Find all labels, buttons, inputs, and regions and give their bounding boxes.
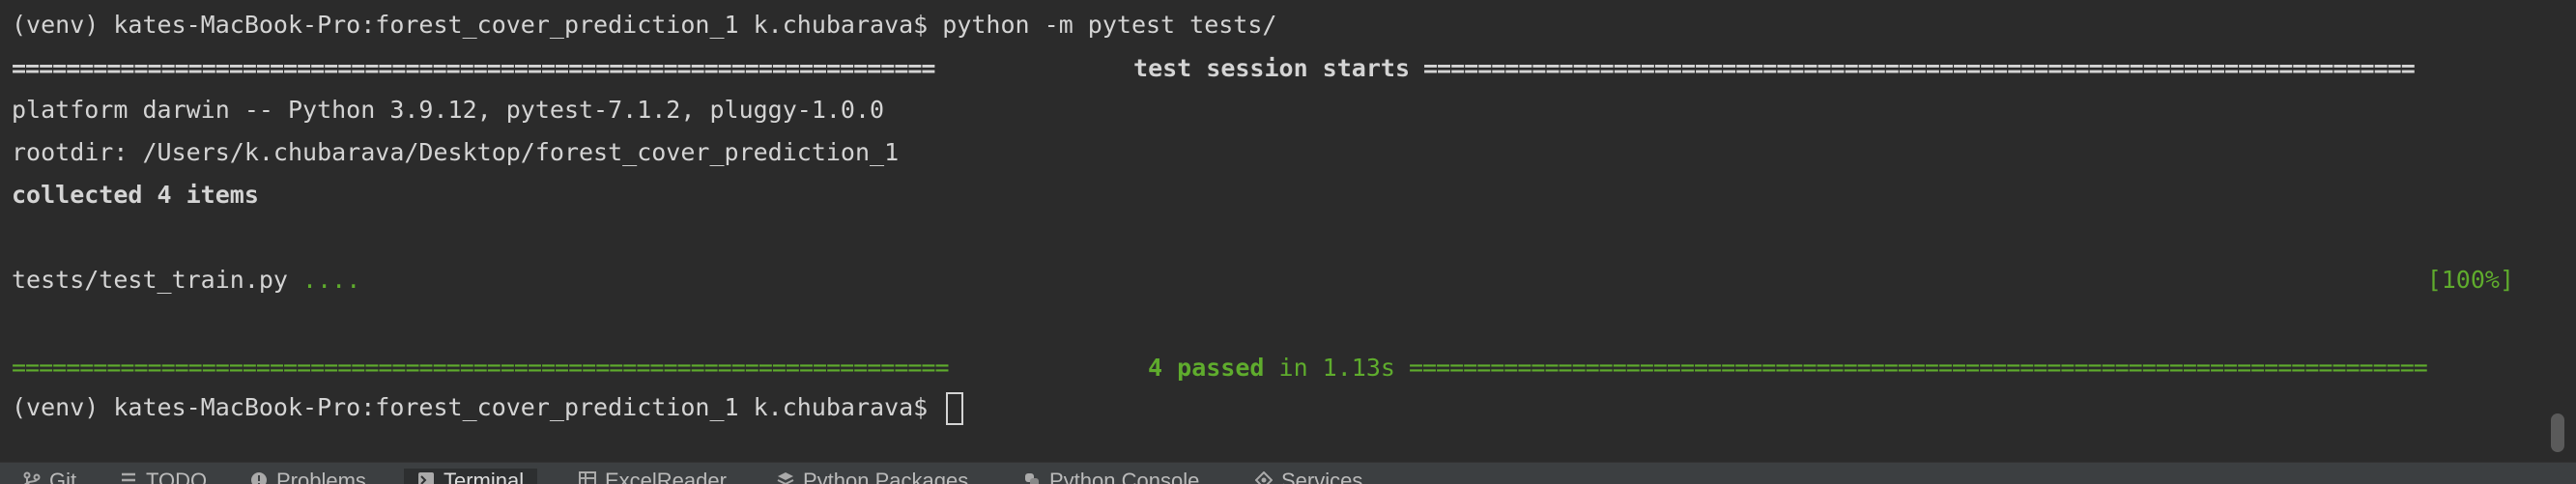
packages-icon [777, 471, 794, 484]
rule-left: ========================================… [12, 54, 1120, 82]
tab-python-packages[interactable]: Python Packages [763, 469, 982, 484]
tab-python-console[interactable]: Python Console [1010, 469, 1213, 484]
collected-line: collected 4 items [12, 178, 259, 213]
rule-left: ========================================… [12, 354, 1134, 382]
summary-text: 4 passed in 1.13s [1134, 354, 1409, 382]
tab-label: Git [49, 469, 76, 484]
tool-window-bar: Git TODO Problems Terminal ExcelReader P… [0, 462, 2576, 484]
list-icon [120, 471, 137, 484]
tab-label: Services [1281, 469, 1362, 484]
platform-line: platform darwin -- Python 3.9.12, pytest… [12, 93, 884, 128]
tab-label: ExcelReader [605, 469, 727, 484]
tab-terminal[interactable]: Terminal [404, 469, 537, 484]
tab-services[interactable]: Services [1242, 469, 1376, 484]
tab-label: Python Console [1049, 469, 1199, 484]
summary-time: in 1.13s [1279, 354, 1395, 382]
passed-count: 4 passed [1148, 354, 1264, 382]
summary-rule: ========================================… [12, 350, 2532, 384]
command-line: (venv) kates-MacBook-Pro:forest_cover_pr… [12, 8, 1276, 43]
rule-right: ========================================… [1409, 354, 2532, 382]
terminal-icon [417, 471, 435, 484]
python-console-icon [1023, 471, 1041, 484]
tab-label: Python Packages [803, 469, 968, 484]
rule-right: ========================================… [1423, 54, 2532, 82]
tab-label: Problems [276, 469, 366, 484]
tab-git[interactable]: Git [10, 469, 90, 484]
prompt-text: (venv) kates-MacBook-Pro:forest_cover_pr… [12, 393, 928, 421]
terminal-panel[interactable]: (venv) kates-MacBook-Pro:forest_cover_pr… [0, 0, 2576, 462]
git-branch-icon [23, 471, 41, 484]
tab-excelreader[interactable]: ExcelReader [565, 469, 740, 484]
prompt-line[interactable]: (venv) kates-MacBook-Pro:forest_cover_pr… [12, 390, 963, 425]
services-icon [1255, 471, 1273, 484]
scrollbar-thumb[interactable] [2551, 413, 2564, 452]
terminal-cursor[interactable] [946, 392, 963, 425]
test-file-path: tests/test_train.py [12, 266, 288, 294]
tab-label: TODO [146, 469, 207, 484]
test-percent: [100%] [2427, 263, 2514, 298]
test-result-line: tests/test_train.py .... [12, 263, 360, 298]
tab-todo[interactable]: TODO [106, 469, 220, 484]
problems-icon [250, 471, 268, 484]
session-start-title: test session starts [1120, 54, 1423, 82]
tab-problems[interactable]: Problems [237, 469, 380, 484]
tab-label: Terminal [444, 469, 524, 484]
table-icon [579, 471, 596, 484]
test-progress-dots: .... [302, 266, 360, 294]
session-start-rule: ========================================… [12, 50, 2532, 85]
rootdir-line: rootdir: /Users/k.chubarava/Desktop/fore… [12, 135, 899, 170]
